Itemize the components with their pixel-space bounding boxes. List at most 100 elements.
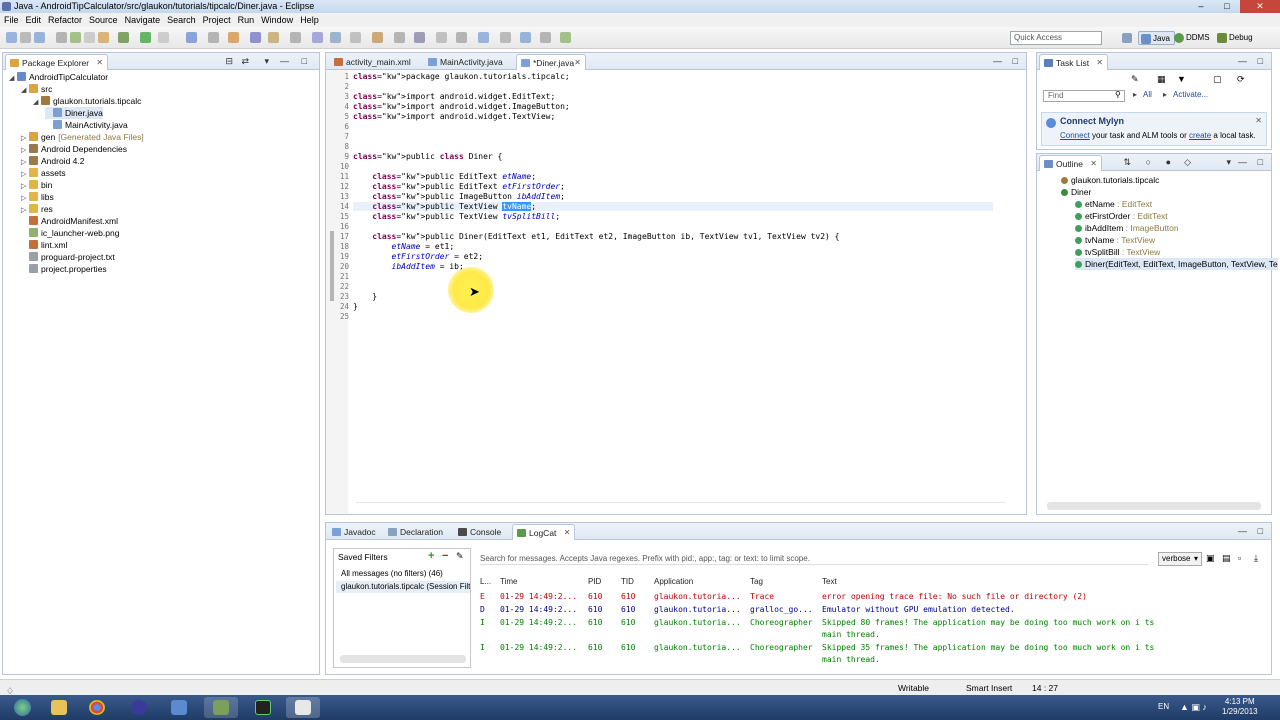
tab-declaration[interactable]: Declaration (384, 524, 461, 540)
outline-item[interactable]: tvName : TextView (1075, 234, 1155, 246)
logcat-cell[interactable]: error opening trace file: No such file o… (822, 591, 1162, 603)
toolbar-icon-3[interactable] (34, 32, 45, 43)
close-icon[interactable]: ✕ (574, 55, 581, 71)
taskbar-notepad[interactable] (204, 697, 238, 718)
logcat-column-header[interactable]: Application (654, 576, 693, 588)
tree-item[interactable]: ▷ gen [Generated Java Files] (21, 131, 144, 143)
logcat-cell[interactable]: glaukon.tutoria... (654, 617, 741, 629)
create-link[interactable]: create (1189, 131, 1211, 140)
logcat-cell[interactable]: Emulator without GPU emulation detected. (822, 604, 1162, 616)
tab-outline[interactable]: Outline ✕ (1039, 155, 1102, 171)
menu-refactor[interactable]: Refactor (48, 13, 88, 27)
tab-logcat[interactable]: LogCat ✕ (512, 524, 576, 540)
toggle-filters-icon[interactable]: ▫ (1238, 553, 1241, 563)
maximize-button[interactable]: □ (1214, 0, 1240, 13)
minimize-view-icon[interactable]: — (1238, 157, 1247, 167)
logcat-column-header[interactable]: Text (822, 576, 837, 588)
tree-item[interactable]: lint.xml (21, 239, 67, 251)
tray-icons[interactable]: ▲ ▣ ♪ (1180, 702, 1207, 713)
logcat-cell[interactable]: I (480, 617, 485, 629)
code-line[interactable]: class="kw">public Diner(EditText et1, Ed… (353, 232, 839, 241)
logcat-cell[interactable]: Choreographer (750, 617, 813, 629)
maximize-view-icon[interactable]: □ (302, 56, 307, 66)
logcat-cell[interactable]: glaukon.tutoria... (654, 591, 741, 603)
filters-horizontal-scrollbar[interactable] (340, 655, 466, 663)
toolbar-icon-7[interactable] (98, 32, 109, 43)
outline-item[interactable]: glaukon.tutorials.tipcalc (1061, 174, 1159, 186)
system-clock[interactable]: 4:13 PM 1/29/2013 (1222, 697, 1258, 717)
tab-console[interactable]: Console (454, 524, 519, 540)
logcat-cell[interactable]: 610 (621, 617, 635, 629)
toolbar-icon-2[interactable] (20, 32, 31, 43)
logcat-vertical-scrollbar[interactable] (1257, 585, 1265, 663)
chevron-down-icon[interactable]: ◢ (33, 97, 41, 109)
toolbar-icon-15[interactable] (268, 32, 279, 43)
outline-item[interactable]: Diner (1061, 186, 1091, 198)
logcat-cell[interactable]: Trace (750, 591, 774, 603)
toolbar-icon-14[interactable] (250, 32, 261, 43)
tree-item[interactable]: ▷ res (21, 203, 53, 215)
view-menu-icon[interactable]: ▾ (264, 56, 269, 67)
tree-item[interactable]: ▷ libs (21, 191, 54, 203)
code-line[interactable]: etName = et1; (353, 242, 455, 251)
edit-filter-button[interactable]: ✎ (456, 551, 464, 562)
taskbar-explorer[interactable] (42, 697, 76, 718)
minimize-button[interactable]: – (1188, 0, 1214, 13)
tree-item[interactable]: ◢ glaukon.tutorials.tipcalc (33, 95, 141, 107)
code-editor[interactable]: 1 class="kw">package glaukon.tutorials.ti… (327, 70, 1025, 515)
menu-run[interactable]: Run (238, 13, 261, 27)
filter-session[interactable]: glaukon.tutorials.tipcalc (Session Filt (336, 581, 470, 593)
new-task-icon[interactable]: ✎ (1131, 74, 1139, 85)
taskbar-chrome[interactable] (80, 697, 114, 718)
logcat-cell[interactable]: 610 (588, 604, 602, 616)
toolbar-icon-20[interactable] (372, 32, 383, 43)
logcat-cell[interactable]: 610 (621, 642, 635, 654)
menu-project[interactable]: Project (203, 13, 237, 27)
logcat-column-header[interactable]: TID (621, 576, 634, 588)
minimize-view-icon[interactable]: — (280, 56, 289, 66)
outline-item[interactable]: ibAddItem : ImageButton (1075, 222, 1179, 234)
maximize-view-icon[interactable]: □ (1013, 56, 1018, 66)
toolbar-icon-22[interactable] (414, 32, 425, 43)
logcat-cell[interactable]: 610 (588, 591, 602, 603)
logcat-cell[interactable]: 610 (621, 591, 635, 603)
logcat-cell[interactable]: 610 (588, 617, 602, 629)
hide-static-icon[interactable]: ● (1166, 157, 1171, 167)
tree-item[interactable]: ◢ src (21, 83, 52, 95)
quick-access-input[interactable]: Quick Access (1010, 31, 1102, 45)
tree-item[interactable]: ic_launcher-web.png (21, 227, 119, 239)
collapse-icon[interactable]: ▢ (1213, 74, 1222, 85)
menu-window[interactable]: Window (261, 13, 299, 27)
filter-icon[interactable]: ▼ (1177, 74, 1186, 84)
activate-link[interactable]: Activate... (1173, 90, 1208, 99)
logcat-search-input[interactable]: Search for messages. Accepts Java regexe… (480, 552, 1148, 565)
logcat-cell[interactable]: 01-29 14:49:2... (500, 617, 577, 629)
code-line[interactable]: } (353, 302, 358, 311)
toolbar-icon-28[interactable] (540, 32, 551, 43)
hide-nonpublic-icon[interactable]: ◇ (1184, 157, 1191, 168)
code-line[interactable]: class="kw">import android.widget.ImageBu… (353, 102, 570, 111)
minimize-view-icon[interactable]: — (993, 56, 1002, 66)
toolbar-icon-17[interactable] (312, 32, 323, 43)
logcat-cell[interactable]: D (480, 604, 485, 616)
logcat-cell[interactable]: 01-29 14:49:2... (500, 591, 577, 603)
outline-horizontal-scrollbar[interactable] (1047, 502, 1261, 510)
view-menu-icon[interactable]: ▾ (1226, 157, 1231, 168)
remove-filter-button[interactable]: − (442, 550, 448, 562)
add-filter-button[interactable]: + (428, 550, 434, 562)
tab-diner-java[interactable]: *Diner.java ✕ (516, 54, 586, 70)
code-line[interactable]: class="kw">import android.widget.TextVie… (353, 112, 555, 121)
code-line[interactable]: class="kw">public TextView tvSplitBill; (353, 212, 560, 221)
toolbar-icon-8[interactable] (118, 32, 129, 43)
outline-item[interactable]: etName : EditText (1075, 198, 1152, 210)
toolbar-icon-11[interactable] (186, 32, 197, 43)
filter-all-messages[interactable]: All messages (no filters) (46) (341, 569, 443, 578)
maximize-view-icon[interactable]: □ (1258, 157, 1263, 167)
clear-log-icon[interactable]: ▤ (1222, 553, 1231, 564)
maximize-view-icon[interactable]: □ (1258, 56, 1263, 66)
logcat-cell[interactable]: glaukon.tutoria... (654, 642, 741, 654)
language-indicator[interactable]: EN (1158, 702, 1169, 711)
sort-icon[interactable]: ⇅ (1123, 157, 1131, 168)
chevron-down-icon[interactable]: ◢ (21, 85, 29, 97)
logcat-column-header[interactable]: Time (500, 576, 517, 588)
